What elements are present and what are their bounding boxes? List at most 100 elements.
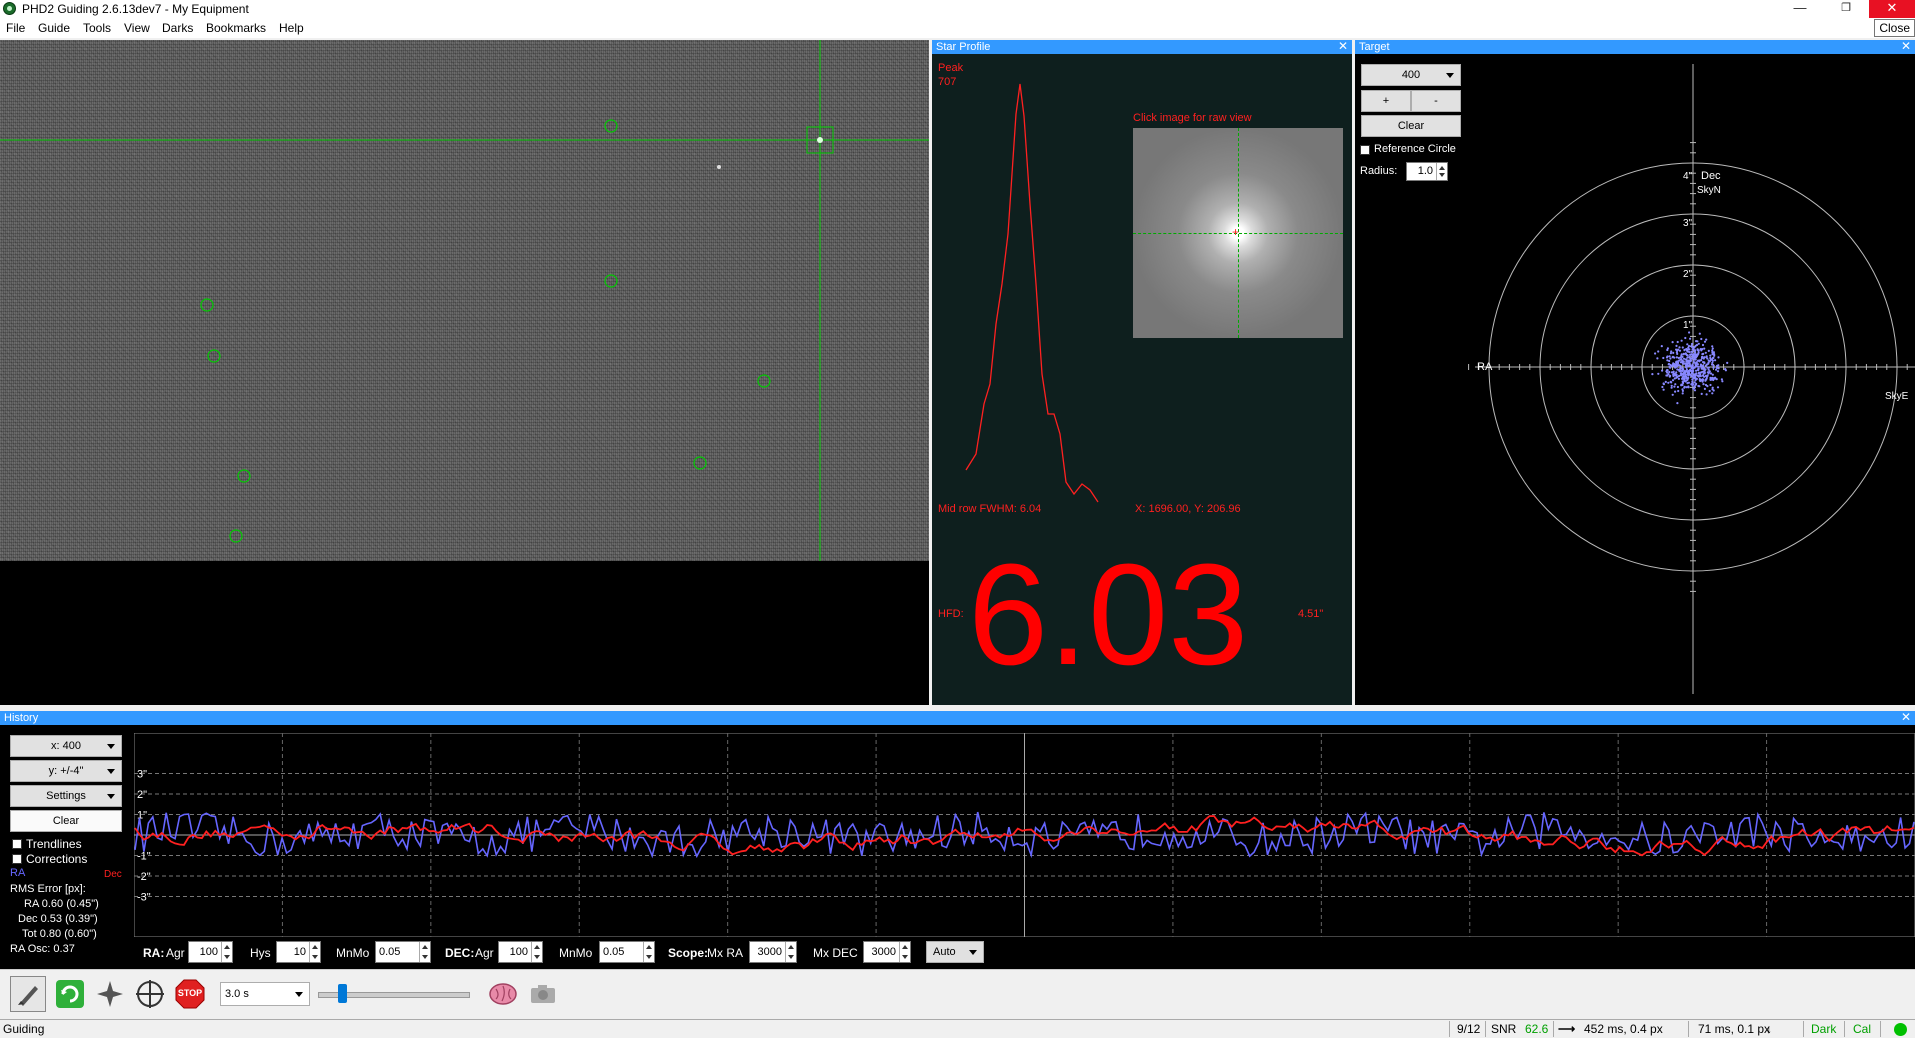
camera-settings-button[interactable] bbox=[525, 976, 561, 1012]
guide-error-point bbox=[1700, 392, 1703, 395]
menu-bookmarks[interactable]: Bookmarks bbox=[206, 21, 266, 35]
guide-error-point bbox=[1679, 356, 1682, 359]
guide-error-point bbox=[1697, 342, 1700, 345]
guide-error-point bbox=[1662, 382, 1665, 385]
guide-error-point bbox=[1707, 368, 1710, 371]
guide-error-point bbox=[1657, 372, 1660, 375]
restore-button[interactable]: ❐ bbox=[1823, 0, 1869, 18]
guide-button[interactable] bbox=[132, 976, 168, 1012]
close-pane-icon[interactable]: ✕ bbox=[1338, 40, 1348, 53]
guide-error-point bbox=[1686, 343, 1689, 346]
guide-error-point bbox=[1696, 340, 1699, 343]
guide-error-point bbox=[1715, 378, 1718, 381]
guide-error-point bbox=[1720, 378, 1723, 381]
max-dec-duration-spinner[interactable]: 3000 bbox=[863, 941, 911, 963]
guide-error-point bbox=[1705, 355, 1708, 358]
guide-error-point bbox=[1702, 352, 1705, 355]
guide-error-point bbox=[1692, 374, 1695, 377]
guide-error-point bbox=[1668, 355, 1671, 358]
dec-min-move-spinner[interactable]: 0.05 bbox=[599, 941, 655, 963]
stop-button[interactable]: STOP bbox=[172, 976, 208, 1012]
history-y-tick: 2" bbox=[137, 789, 147, 801]
guide-error-point bbox=[1703, 356, 1706, 359]
menu-tools[interactable]: Tools bbox=[83, 21, 111, 35]
guide-error-point bbox=[1673, 364, 1676, 367]
ra-osc: RA Osc: 0.37 bbox=[10, 943, 75, 955]
corrections-checkbox[interactable] bbox=[12, 854, 22, 864]
close-pane-icon[interactable]: ✕ bbox=[1901, 40, 1911, 53]
guide-error-point bbox=[1691, 354, 1694, 357]
guide-error-point bbox=[1679, 367, 1682, 370]
guide-error-point bbox=[1662, 356, 1665, 360]
guide-error-point bbox=[1708, 371, 1711, 374]
exposure-duration-dropdown[interactable]: 3.0 s bbox=[220, 982, 310, 1006]
guide-error-point bbox=[1680, 353, 1683, 356]
skye-label: SkyE bbox=[1885, 391, 1909, 402]
guide-error-point bbox=[1714, 359, 1717, 362]
brain-button[interactable] bbox=[485, 976, 521, 1012]
rms-tot: Tot 0.80 (0.60") bbox=[22, 928, 97, 940]
dark-indicator: Dark bbox=[1811, 1022, 1837, 1036]
y-scale-dropdown[interactable]: y: +/-4" bbox=[10, 760, 122, 782]
guide-error-point bbox=[1717, 364, 1720, 367]
guide-error-point bbox=[1682, 352, 1685, 355]
guide-error-point bbox=[1660, 345, 1663, 348]
guide-error-point bbox=[1669, 374, 1672, 377]
history-graph[interactable]: 3"2"1"-1"-2"-3" bbox=[134, 733, 1915, 937]
guide-error-point bbox=[1690, 342, 1694, 346]
ra-hysteresis-spinner[interactable]: 10 bbox=[276, 941, 321, 963]
x-scale-dropdown[interactable]: x: 400 bbox=[10, 735, 122, 757]
auto-select-star-button[interactable] bbox=[92, 976, 128, 1012]
guide-error-point bbox=[1679, 364, 1682, 367]
connect-gear-button[interactable] bbox=[10, 976, 46, 1012]
history-header: History ✕ bbox=[0, 711, 1915, 725]
menu-file[interactable]: File bbox=[6, 21, 25, 35]
trendlines-checkbox[interactable] bbox=[12, 839, 22, 849]
guide-error-point bbox=[1697, 368, 1700, 372]
camera-settings-icon bbox=[531, 985, 555, 1003]
minimize-button[interactable]: — bbox=[1777, 0, 1823, 18]
loop-button[interactable] bbox=[52, 976, 88, 1012]
rms-title: RMS Error [px]: bbox=[10, 883, 86, 895]
menu-help[interactable]: Help bbox=[279, 21, 304, 35]
guide-error-point bbox=[1676, 340, 1679, 344]
dec-legend: Dec bbox=[104, 869, 122, 880]
guide-error-point bbox=[1667, 381, 1670, 384]
guide-error-point bbox=[1666, 369, 1669, 372]
dec-guide-mode-dropdown[interactable]: Auto bbox=[926, 941, 984, 963]
guide-error-point bbox=[1689, 373, 1692, 376]
close-button[interactable]: ✕ bbox=[1869, 0, 1915, 18]
menu-guide[interactable]: Guide bbox=[38, 21, 70, 35]
gamma-slider-thumb[interactable] bbox=[338, 984, 347, 1003]
guide-error-point bbox=[1717, 367, 1720, 370]
ra-aggressiveness-spinner[interactable]: 100 bbox=[188, 941, 233, 963]
target-pane: Target ✕ 400 + - Clear Reference Circle … bbox=[1355, 40, 1915, 705]
guide-error-point bbox=[1712, 356, 1715, 359]
guide-error-point bbox=[1670, 384, 1673, 387]
star-thumbnail[interactable]: + bbox=[1133, 128, 1343, 338]
guide-error-point bbox=[1686, 354, 1689, 357]
menu-view[interactable]: View bbox=[124, 21, 150, 35]
title-bar: PHD2 Guiding 2.6.13dev7 - My Equipment —… bbox=[0, 0, 1915, 37]
rms-dec: Dec 0.53 (0.39") bbox=[18, 913, 98, 925]
guide-error-point bbox=[1704, 368, 1707, 371]
camera-view[interactable] bbox=[0, 40, 929, 705]
guide-error-point bbox=[1675, 371, 1678, 374]
ra-min-move-spinner[interactable]: 0.05 bbox=[375, 941, 431, 963]
max-ra-duration-spinner[interactable]: 3000 bbox=[749, 941, 797, 963]
history-settings-button[interactable]: Settings bbox=[10, 785, 122, 807]
guide-error-point bbox=[1671, 379, 1675, 382]
guide-error-point bbox=[1701, 364, 1705, 367]
ra-params-label: RA: bbox=[143, 946, 165, 960]
candidate-star-marker bbox=[237, 469, 251, 483]
guide-error-point bbox=[1707, 349, 1710, 352]
dec-guide-pulse: 71 ms, 0.1 px bbox=[1698, 1022, 1771, 1036]
dec-aggressiveness-spinner[interactable]: 100 bbox=[498, 941, 543, 963]
guide-error-point bbox=[1694, 351, 1697, 354]
menu-darks[interactable]: Darks bbox=[162, 21, 193, 35]
close-pane-icon[interactable]: ✕ bbox=[1901, 711, 1911, 724]
history-clear-button[interactable]: Clear bbox=[10, 810, 122, 832]
guide-error-point bbox=[1681, 376, 1684, 379]
candidate-star-marker bbox=[207, 349, 221, 363]
close-tooltip: Close bbox=[1874, 19, 1915, 37]
